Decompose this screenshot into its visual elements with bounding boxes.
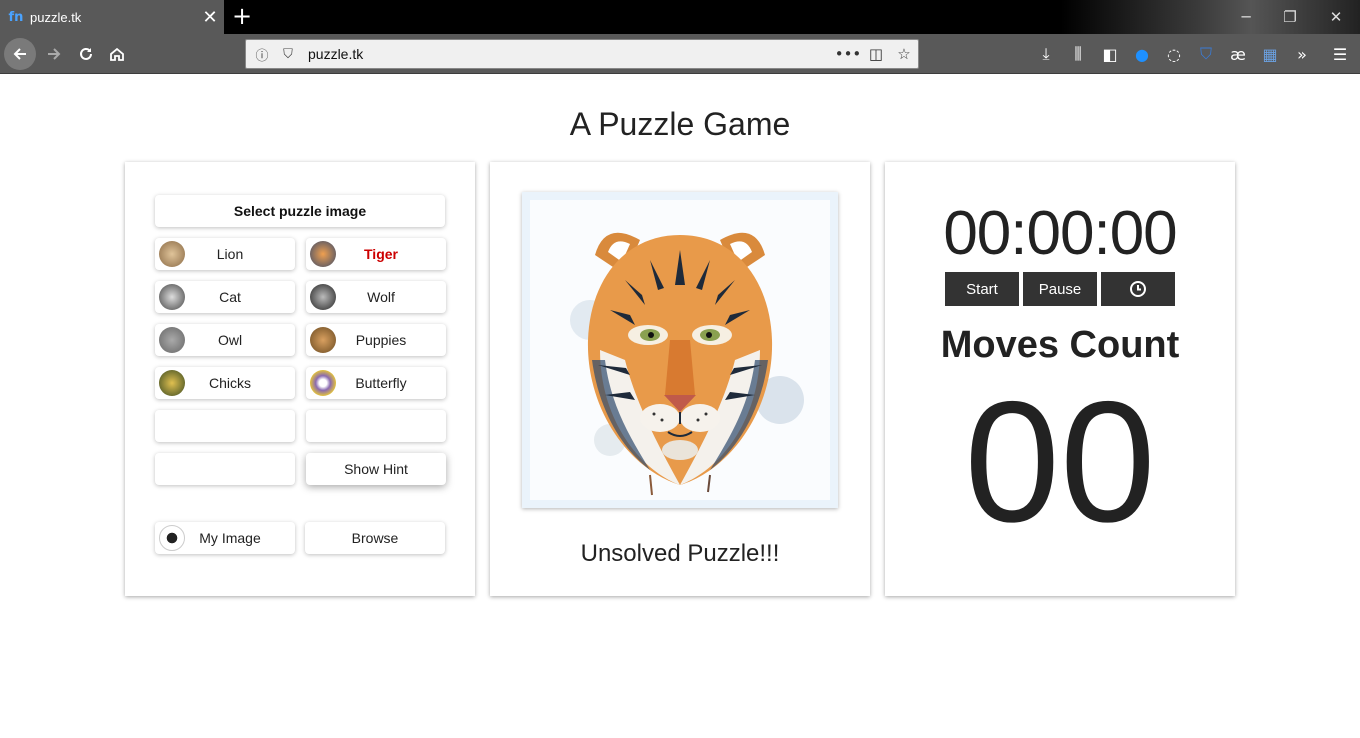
option-tiger[interactable]: Tiger <box>306 238 446 270</box>
select-image-header: Select puzzle image <box>155 195 445 227</box>
browser-tab[interactable]: fn puzzle.tk ✕ <box>0 0 224 34</box>
moves-count-value: 00 <box>964 366 1156 558</box>
pocket-icon[interactable]: ◫ <box>862 45 890 63</box>
bookmark-star-icon[interactable]: ☆ <box>890 45 918 63</box>
url-text[interactable]: puzzle.tk <box>308 46 834 62</box>
image-selector-card: Select puzzle image Lion Tiger Cat Wolf … <box>125 162 475 596</box>
empty-slot[interactable] <box>306 410 446 442</box>
library-icon[interactable]: ⫼ <box>1064 40 1092 68</box>
extension-ring-icon[interactable]: ◌ <box>1160 40 1188 68</box>
tab-title: puzzle.tk <box>30 9 82 25</box>
ae-extension-icon[interactable]: æ <box>1224 40 1252 68</box>
page-actions-icon[interactable]: ••• <box>834 45 862 63</box>
puzzle-status: Unsolved Puzzle!!! <box>580 540 780 567</box>
show-hint-button[interactable]: Show Hint <box>306 453 446 485</box>
address-bar[interactable]: ⓘ ⛉ puzzle.tk ••• ◫ ☆ <box>245 39 919 69</box>
tiger-puzzle-image[interactable] <box>530 200 830 500</box>
translate-icon[interactable]: ▦ <box>1256 40 1284 68</box>
option-butterfly[interactable]: Butterfly <box>306 367 446 399</box>
empty-slot[interactable] <box>155 410 295 442</box>
privacy-shield-icon[interactable]: ⛉ <box>1192 40 1220 68</box>
my-image-button[interactable]: My Image <box>155 522 295 554</box>
option-chicks[interactable]: Chicks <box>155 367 295 399</box>
site-favicon-icon: fn <box>8 9 24 25</box>
forward-icon[interactable] <box>38 38 70 70</box>
start-button[interactable]: Start <box>945 272 1019 306</box>
puppies-thumbnail <box>310 327 336 353</box>
clock-icon <box>1130 281 1146 297</box>
empty-slot[interactable] <box>155 453 295 485</box>
wolf-thumbnail <box>310 284 336 310</box>
new-tab-icon[interactable]: + <box>228 2 256 30</box>
close-window-icon[interactable]: ✕ <box>1314 4 1358 30</box>
tab-close-icon[interactable]: ✕ <box>196 7 224 28</box>
butterfly-thumbnail <box>310 370 336 396</box>
restore-window-icon[interactable]: ❐ <box>1268 4 1312 30</box>
owl-thumbnail <box>159 327 185 353</box>
reset-timer-button[interactable] <box>1101 272 1175 306</box>
lion-thumbnail <box>159 241 185 267</box>
page-title: A Puzzle Game <box>569 106 791 142</box>
my-image-thumbnail <box>159 525 185 551</box>
option-wolf[interactable]: Wolf <box>306 281 446 313</box>
puzzle-board[interactable] <box>522 192 838 508</box>
home-icon[interactable] <box>101 38 133 70</box>
option-cat[interactable]: Cat <box>155 281 295 313</box>
info-icon[interactable]: ⓘ <box>252 45 272 64</box>
shield-icon[interactable]: ⛉ <box>278 47 298 62</box>
tiger-thumbnail <box>310 241 336 267</box>
messenger-icon[interactable]: ● <box>1128 40 1156 68</box>
puzzle-card: Unsolved Puzzle!!! <box>490 162 870 596</box>
cat-thumbnail <box>159 284 185 310</box>
chicks-thumbnail <box>159 370 185 396</box>
more-extensions-icon[interactable]: » <box>1288 40 1316 68</box>
hamburger-menu-icon[interactable]: ☰ <box>1326 40 1354 68</box>
back-icon[interactable] <box>4 38 36 70</box>
option-owl[interactable]: Owl <box>155 324 295 356</box>
option-lion[interactable]: Lion <box>155 238 295 270</box>
reload-icon[interactable] <box>70 38 102 70</box>
minimize-window-icon[interactable]: ─ <box>1224 4 1268 30</box>
timer-display: 00:00:00 <box>943 199 1177 268</box>
sidebar-icon[interactable]: ◧ <box>1096 40 1124 68</box>
moves-count-label: Moves Count <box>940 324 1180 366</box>
pause-button[interactable]: Pause <box>1023 272 1097 306</box>
browse-button[interactable]: Browse <box>305 522 445 554</box>
downloads-icon[interactable]: ⤓ <box>1032 40 1060 68</box>
option-puppies[interactable]: Puppies <box>306 324 446 356</box>
browser-navbar: ⓘ ⛉ puzzle.tk ••• ◫ ☆ ⤓ ⫼ ◧ ● ◌ ⛉ æ ▦ » … <box>0 34 1360 74</box>
browser-titlebar: fn puzzle.tk ✕ + ─ ❐ ✕ <box>0 0 1360 34</box>
stats-card: 00:00:00 Start Pause Moves Count 00 <box>885 162 1235 596</box>
